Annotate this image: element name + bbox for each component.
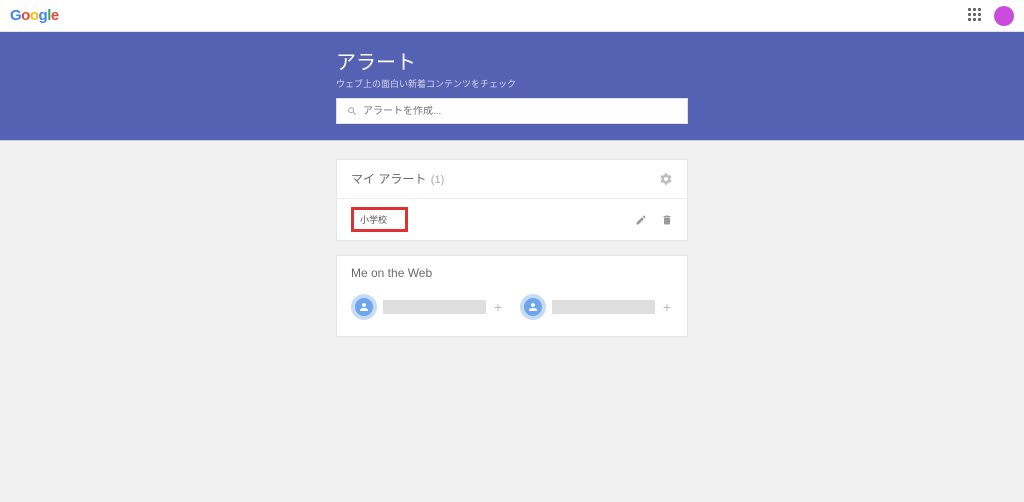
page-title: アラート bbox=[336, 46, 688, 75]
web-item: + bbox=[520, 294, 673, 320]
pencil-icon[interactable] bbox=[635, 214, 647, 226]
search-icon bbox=[347, 106, 357, 116]
my-alerts-title-wrap: マイ アラート (1) bbox=[351, 170, 444, 188]
trash-icon[interactable] bbox=[661, 214, 673, 226]
account-avatar[interactable] bbox=[994, 6, 1014, 26]
my-alerts-card: マイ アラート (1) 小学校 bbox=[336, 159, 688, 241]
add-button[interactable]: + bbox=[492, 299, 504, 315]
me-on-web-card: Me on the Web + + bbox=[336, 255, 688, 337]
my-alerts-title: マイ アラート bbox=[351, 172, 426, 186]
person-icon bbox=[527, 301, 539, 313]
alert-row[interactable]: 小学校 bbox=[337, 198, 687, 240]
person-avatar bbox=[351, 294, 377, 320]
gear-icon[interactable] bbox=[659, 172, 673, 186]
web-name-placeholder bbox=[383, 300, 486, 314]
top-header: Google bbox=[0, 0, 1024, 32]
add-button[interactable]: + bbox=[661, 299, 673, 315]
header-right bbox=[968, 6, 1014, 26]
person-icon bbox=[358, 301, 370, 313]
alert-actions bbox=[635, 214, 673, 226]
web-name-placeholder bbox=[552, 300, 655, 314]
page-subtitle: ウェブ上の面白い新着コンテンツをチェック bbox=[336, 77, 688, 90]
content: マイ アラート (1) 小学校 Me on the Web bbox=[336, 159, 688, 337]
banner-inner: アラート ウェブ上の面白い新着コンテンツをチェック bbox=[336, 46, 688, 124]
web-item: + bbox=[351, 294, 504, 320]
my-alerts-header: マイ アラート (1) bbox=[337, 160, 687, 198]
me-on-web-title: Me on the Web bbox=[351, 266, 432, 280]
me-on-web-row: + + bbox=[337, 290, 687, 336]
apps-icon[interactable] bbox=[968, 8, 984, 24]
me-on-web-header: Me on the Web bbox=[337, 256, 687, 290]
banner: アラート ウェブ上の面白い新着コンテンツをチェック bbox=[0, 32, 1024, 141]
my-alerts-count: (1) bbox=[431, 174, 444, 186]
google-logo[interactable]: Google bbox=[10, 7, 59, 24]
create-alert-input[interactable] bbox=[363, 106, 677, 117]
alert-name-highlighted[interactable]: 小学校 bbox=[351, 207, 408, 232]
person-avatar bbox=[520, 294, 546, 320]
create-alert-box[interactable] bbox=[336, 98, 688, 124]
